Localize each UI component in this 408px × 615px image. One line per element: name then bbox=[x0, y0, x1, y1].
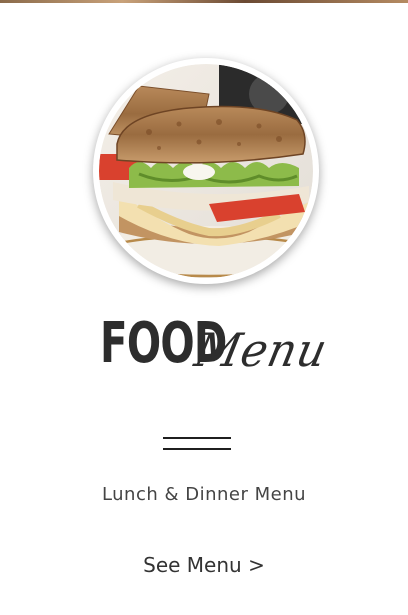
sandwich-photo bbox=[99, 64, 313, 278]
heading-script-word: Menu bbox=[190, 323, 333, 377]
divider-line-bottom bbox=[163, 448, 231, 450]
divider-line-top bbox=[163, 437, 231, 439]
top-hero-image-edge bbox=[0, 0, 408, 3]
see-menu-link[interactable]: See Menu > bbox=[0, 553, 408, 577]
menu-subtitle: Lunch & Dinner Menu bbox=[101, 484, 307, 505]
sandwich-photo-circle bbox=[93, 58, 319, 284]
food-menu-heading: FOOD Menu bbox=[100, 312, 333, 384]
